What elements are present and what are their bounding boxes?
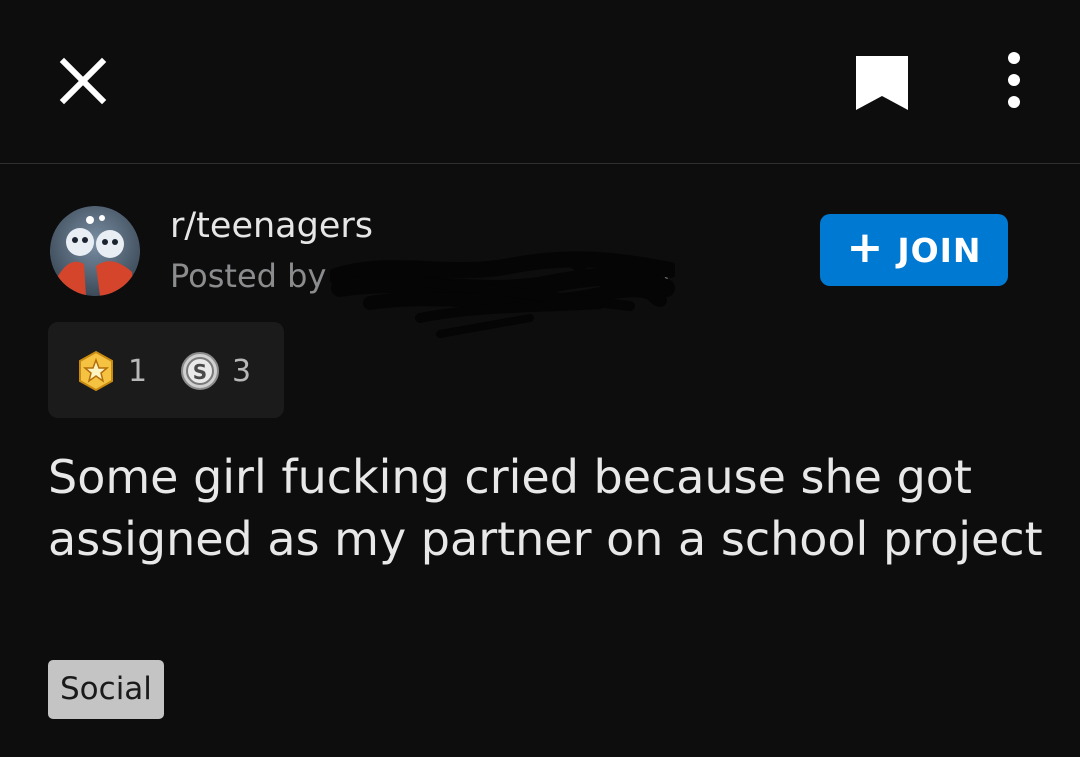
save-bookmark-button[interactable] [852, 54, 912, 114]
top-bar [0, 0, 1080, 164]
silver-coin-icon: S [181, 352, 219, 390]
award-count: 3 [232, 353, 252, 389]
redaction-scribble [330, 251, 675, 338]
award-count: 1 [128, 353, 148, 389]
svg-text:S: S [193, 360, 207, 384]
join-button[interactable]: + JOIN [820, 214, 1008, 286]
award-star: 1 [76, 350, 147, 392]
post-title[interactable]: Some girl fucking cried because she got … [48, 446, 1048, 570]
subreddit-avatar[interactable] [50, 206, 140, 296]
star-badge-icon [79, 350, 113, 392]
join-label: JOIN [897, 230, 982, 270]
posted-by-label: Posted by [170, 257, 327, 295]
close-icon [59, 57, 107, 105]
plus-icon: + [846, 222, 884, 273]
subreddit-name[interactable]: r/teenagers [170, 206, 373, 246]
subreddit-avatar-image [50, 206, 140, 296]
close-button[interactable] [54, 52, 112, 110]
more-options-button[interactable] [994, 48, 1034, 114]
post-flair[interactable]: Social [48, 660, 164, 719]
more-vertical-icon [1008, 52, 1020, 108]
bookmark-icon [856, 56, 908, 110]
award-silver: S 3 [180, 350, 251, 392]
awards-bar[interactable]: 1 S 3 [48, 322, 284, 418]
